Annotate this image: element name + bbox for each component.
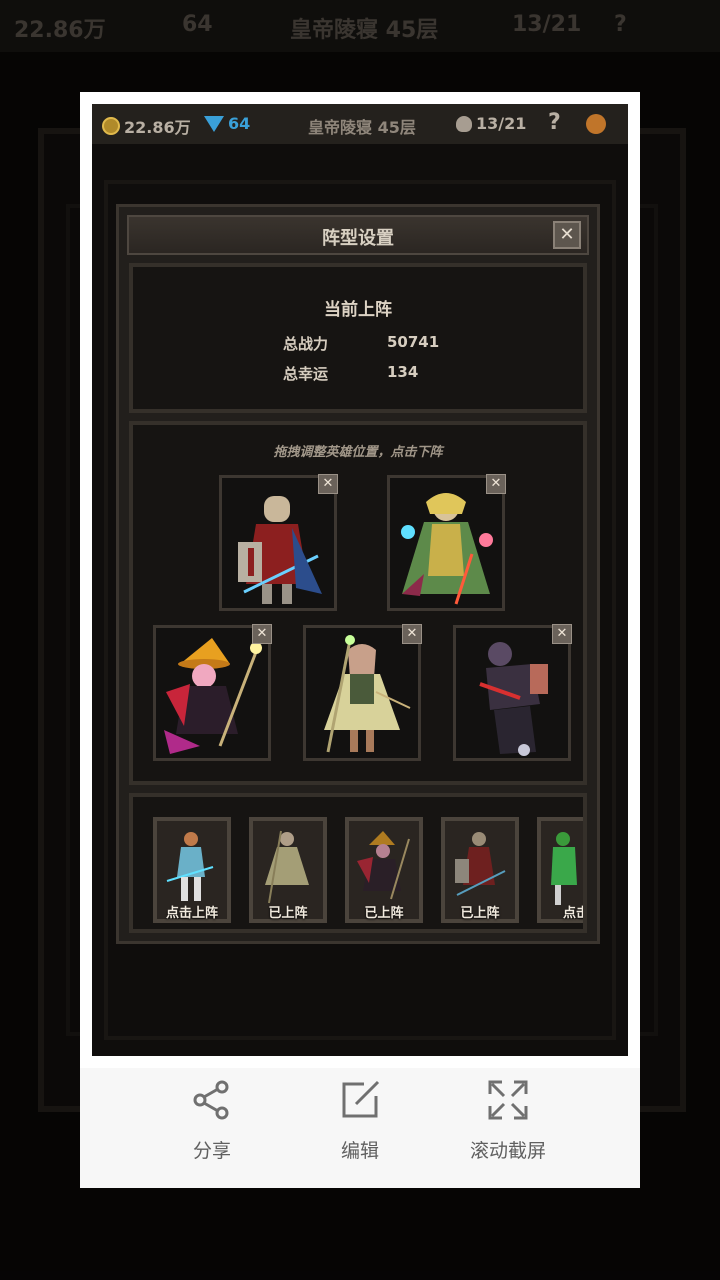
edit-label: 编辑 [340, 1140, 379, 1162]
close-button[interactable]: ✕ [553, 221, 581, 249]
team-slot-priestess[interactable]: ✕ [303, 624, 422, 761]
help-button[interactable]: ? [548, 110, 561, 135]
witch-hero-portrait [164, 638, 262, 754]
gem-display: 64 [204, 114, 250, 133]
gem-amount: 64 [228, 114, 251, 133]
drag-hint: 拖拽调整英雄位置，点击下阵 [273, 445, 443, 460]
remove-hero-icon[interactable]: ✕ [552, 624, 572, 644]
ranger-hero-thumb [551, 832, 577, 905]
total-luck-label: 总幸运 [283, 365, 329, 383]
total-power-value: 50741 [387, 333, 440, 351]
gear-icon [586, 114, 606, 134]
total-luck-value: 134 [387, 363, 419, 381]
roster-card[interactable]: 已上阵 [345, 817, 423, 923]
share-button[interactable]: 分享 [152, 1078, 272, 1178]
priestess-hero-portrait [324, 635, 411, 753]
witch-hero-thumb [357, 831, 410, 900]
edit-icon [342, 1080, 380, 1118]
roster-card-label: 点击 [562, 906, 587, 921]
dialog-title: 阵型设置 [322, 228, 394, 249]
mage-hero-portrait [401, 493, 493, 605]
roster-card-label: 已上阵 [268, 906, 308, 921]
edit-button[interactable]: 编辑 [300, 1078, 420, 1178]
expand-icon [488, 1080, 528, 1120]
formation-dialog: 阵型设置 ✕ 当前上阵 总战力 50741 总幸运 134 拖拽调整英雄位置，点… [116, 204, 600, 944]
scroll-capture-button[interactable]: 滚动截屏 [448, 1078, 568, 1178]
skull-icon [456, 115, 472, 132]
remove-hero-icon[interactable]: ✕ [318, 474, 338, 494]
screenshot-preview-card: 22.86万 64 皇帝陵寝 45层 13/21 ? 阵型设置 ✕ 当前上阵 总… [80, 92, 640, 1188]
screenshot-action-bar: 分享 编辑 滚动截屏 [80, 1068, 640, 1188]
knight-hero-portrait [238, 496, 322, 604]
scroll-capture-label: 滚动截屏 [469, 1140, 546, 1162]
dialog-title-bar: 阵型设置 ✕ [127, 215, 589, 255]
total-power-label: 总战力 [283, 335, 329, 353]
help-icon: ? [548, 110, 561, 135]
team-slot-knight[interactable]: ✕ [219, 474, 338, 611]
team-slots-panel: 拖拽调整英雄位置，点击下阵 ✕ ✕ ✕ ✕ ✕ [129, 421, 587, 785]
progress-count: 13/21 [476, 114, 527, 133]
game-top-bar: 22.86万 64 皇帝陵寝 45层 13/21 ? [92, 104, 628, 144]
warrior-hero-portrait [479, 642, 548, 756]
current-team-stats-panel: 当前上阵 总战力 50741 总幸运 134 [129, 263, 587, 413]
progress-display: 13/21 [456, 114, 526, 133]
location-display: 皇帝陵寝 45层 [308, 114, 416, 138]
team-slot-witch[interactable]: ✕ [153, 624, 272, 761]
hero-roster-panel: 点击上阵 已上阵 已上阵 已上阵 点击 [129, 793, 587, 933]
screenshot-image[interactable]: 22.86万 64 皇帝陵寝 45层 13/21 ? 阵型设置 ✕ 当前上阵 总… [92, 104, 628, 1056]
swordsman-hero-portrait [166, 832, 214, 901]
location-name: 皇帝陵寝 45层 [308, 118, 416, 137]
remove-hero-icon[interactable]: ✕ [252, 624, 272, 644]
current-team-title: 当前上阵 [324, 300, 392, 320]
share-label: 分享 [192, 1140, 231, 1162]
roster-card-label: 已上阵 [364, 906, 404, 921]
gem-icon [204, 115, 224, 132]
roster-card-label: 点击上阵 [165, 906, 218, 921]
roster-card[interactable]: 点击上阵 [153, 817, 231, 923]
settings-button[interactable] [586, 114, 606, 134]
roster-card[interactable]: 已上阵 [441, 817, 519, 923]
remove-hero-icon[interactable]: ✕ [486, 474, 506, 494]
team-slot-mage[interactable]: ✕ [387, 474, 506, 611]
gold-amount: 22.86万 [124, 118, 191, 137]
team-slot-warrior[interactable]: ✕ [453, 624, 572, 761]
share-icon [193, 1080, 229, 1120]
remove-hero-icon[interactable]: ✕ [402, 624, 422, 644]
gold-display: 22.86万 [102, 114, 191, 138]
close-icon: ✕ [559, 224, 575, 245]
priestess-hero-thumb [265, 830, 309, 904]
roster-card[interactable]: 已上阵 [249, 817, 327, 923]
roster-card[interactable]: 点击 [537, 817, 587, 923]
roster-card-label: 已上阵 [460, 906, 500, 921]
knight-hero-thumb [455, 832, 506, 896]
coin-icon [102, 117, 120, 135]
